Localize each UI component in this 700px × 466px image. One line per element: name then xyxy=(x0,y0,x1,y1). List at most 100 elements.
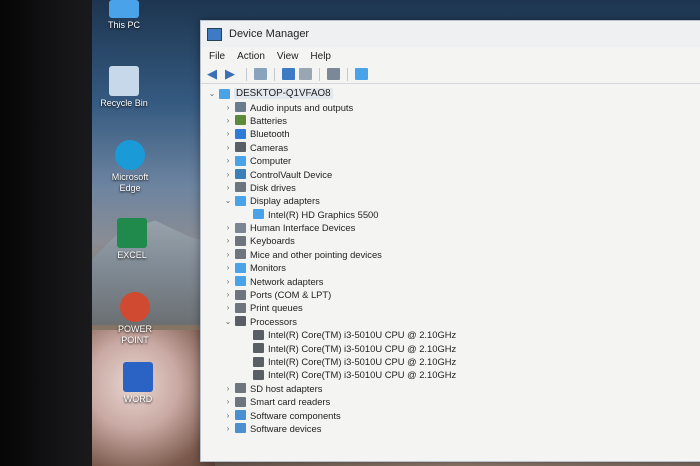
tree-category[interactable]: › SD host adapters xyxy=(201,382,700,395)
chevron-right-icon[interactable]: › xyxy=(223,424,233,433)
tree-category[interactable]: › Ports (COM & LPT) xyxy=(201,288,700,301)
tree-item-label: Audio inputs and outputs xyxy=(250,101,354,113)
tree-child-item[interactable]: Intel(R) Core(TM) i3-5010U CPU @ 2.10GHz xyxy=(201,328,700,341)
software-device-icon xyxy=(235,423,246,434)
chevron-right-icon[interactable]: › xyxy=(223,223,233,232)
tree-item-label: Display adapters xyxy=(250,195,320,207)
tree-child-item[interactable]: Intel(R) Core(TM) i3-5010U CPU @ 2.10GHz xyxy=(201,368,700,381)
desktop-icon-excel[interactable]: EXCEL xyxy=(97,218,167,261)
tree-category[interactable]: › Software components xyxy=(201,408,700,421)
tree-category[interactable]: › Human Interface Devices xyxy=(201,221,700,234)
tree-category[interactable]: › Bluetooth xyxy=(201,127,700,140)
chevron-right-icon[interactable]: › xyxy=(223,183,233,192)
chevron-down-icon[interactable]: ⌄ xyxy=(223,317,233,326)
tree-item-label: Intel(R) Core(TM) i3-5010U CPU @ 2.10GHz xyxy=(268,329,457,341)
chevron-right-icon[interactable]: › xyxy=(223,384,233,393)
monitor-icon[interactable] xyxy=(355,68,368,80)
chevron-right-icon[interactable]: › xyxy=(223,143,233,152)
software-component-icon xyxy=(235,410,246,421)
tree-item-label: Intel(R) Core(TM) i3-5010U CPU @ 2.10GHz xyxy=(268,369,457,381)
chevron-right-icon[interactable]: › xyxy=(223,103,233,112)
help-icon[interactable] xyxy=(299,68,312,80)
chevron-right-icon[interactable]: › xyxy=(223,156,233,165)
monitor-icon xyxy=(235,262,246,273)
tree-category[interactable]: › Network adapters xyxy=(201,274,700,287)
desktop-icon-word[interactable]: WORD xyxy=(103,362,173,405)
forward-arrow-icon[interactable]: ▶ xyxy=(225,67,239,80)
tree-category[interactable]: › ControlVault Device xyxy=(201,167,700,180)
tree-child-item[interactable]: Intel(R) Core(TM) i3-5010U CPU @ 2.10GHz xyxy=(201,341,700,354)
chevron-right-icon[interactable]: › xyxy=(223,116,233,125)
desktop-icon-label: Recycle Bin xyxy=(100,98,148,108)
chevron-right-icon[interactable]: › xyxy=(223,263,233,272)
chevron-right-icon[interactable]: › xyxy=(223,303,233,312)
desktop-icon-label: POWER POINT xyxy=(117,324,152,345)
toolbar-separator xyxy=(347,67,348,81)
processor-icon xyxy=(253,369,264,380)
menu-view[interactable]: View xyxy=(277,51,299,62)
tree-category[interactable]: › Batteries xyxy=(201,114,700,127)
tree-child-item[interactable]: Intel(R) Core(TM) i3-5010U CPU @ 2.10GHz xyxy=(201,355,700,368)
chevron-right-icon[interactable]: › xyxy=(223,236,233,245)
computer-icon xyxy=(235,155,246,166)
tree-category[interactable]: › Software devices xyxy=(201,422,700,435)
tree-item-label: Software components xyxy=(250,409,341,421)
back-arrow-icon[interactable]: ◀ xyxy=(207,67,221,80)
desktop-icon-microsoft-edge[interactable]: Microsoft Edge xyxy=(93,140,167,194)
menu-bar: File Action View Help xyxy=(201,47,700,65)
battery-icon xyxy=(235,115,246,126)
tree-item-label: Processors xyxy=(250,315,297,327)
tree-root[interactable]: ⌄ DESKTOP-Q1VFAO8 xyxy=(201,87,700,100)
chevron-right-icon[interactable]: › xyxy=(223,397,233,406)
chevron-right-icon[interactable]: › xyxy=(223,170,233,179)
menu-file[interactable]: File xyxy=(209,51,225,62)
tree-category[interactable]: ⌄ Display adapters xyxy=(201,194,700,207)
display-adapter-icon xyxy=(253,209,264,220)
this-pc-icon xyxy=(109,0,139,18)
menu-help[interactable]: Help xyxy=(310,51,331,62)
processor-icon xyxy=(253,343,264,354)
device-manager-icon xyxy=(207,27,222,41)
menu-action[interactable]: Action xyxy=(237,51,265,62)
chevron-right-icon[interactable]: › xyxy=(223,290,233,299)
tree-category[interactable]: › Smart card readers xyxy=(201,395,700,408)
chevron-down-icon[interactable]: ⌄ xyxy=(207,89,217,98)
tree-category[interactable]: ⌄ Processors xyxy=(201,315,700,328)
tree-child-item[interactable]: Intel(R) HD Graphics 5500 xyxy=(201,208,700,221)
tree-category[interactable]: › Mice and other pointing devices xyxy=(201,248,700,261)
chevron-right-icon[interactable]: › xyxy=(223,250,233,259)
computer-icon xyxy=(219,88,230,99)
desktop-icon-label: WORD xyxy=(123,394,153,404)
tree-category[interactable]: › Audio inputs and outputs xyxy=(201,100,700,113)
properties-icon[interactable] xyxy=(282,68,295,80)
chevron-down-icon[interactable]: ⌄ xyxy=(223,196,233,205)
processor-icon xyxy=(253,329,264,340)
tree-item-label: Bluetooth xyxy=(250,128,290,140)
network-icon xyxy=(235,276,246,287)
excel-icon xyxy=(117,218,147,248)
tree-category[interactable]: › Print queues xyxy=(201,301,700,314)
toolbar-separator xyxy=(274,67,275,81)
chevron-right-icon[interactable]: › xyxy=(223,277,233,286)
mouse-icon xyxy=(235,249,246,260)
chevron-right-icon[interactable]: › xyxy=(223,129,233,138)
tree-item-label: Keyboards xyxy=(250,235,295,247)
port-icon xyxy=(235,289,246,300)
tree-category[interactable]: › Cameras xyxy=(201,141,700,154)
display-adapter-icon xyxy=(235,195,246,206)
toolbar-separator xyxy=(319,67,320,81)
show-hide-console-tree-icon[interactable] xyxy=(254,68,267,80)
chevron-right-icon[interactable]: › xyxy=(223,411,233,420)
tree-category[interactable]: › Keyboards xyxy=(201,234,700,247)
title-bar[interactable]: Device Manager xyxy=(201,21,700,47)
desktop-icon-this-pc[interactable]: This PC xyxy=(89,0,159,31)
tree-item-label: Cameras xyxy=(250,141,289,153)
tree-category[interactable]: › Computer xyxy=(201,154,700,167)
desktop-icon-powerpoint[interactable]: POWER POINT xyxy=(100,292,170,346)
scan-hardware-icon[interactable] xyxy=(327,68,340,80)
edge-icon xyxy=(115,140,145,170)
desktop-icon-recycle-bin[interactable]: Recycle Bin xyxy=(89,66,159,109)
tree-category[interactable]: › Monitors xyxy=(201,261,700,274)
tree-category[interactable]: › Disk drives xyxy=(201,181,700,194)
tree-item-label: Computer xyxy=(250,155,292,167)
